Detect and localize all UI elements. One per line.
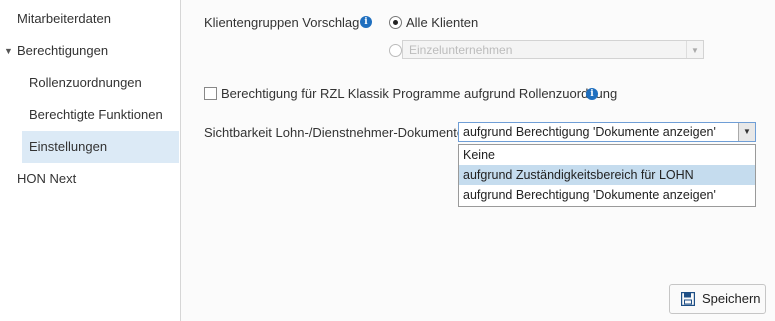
- info-icon[interactable]: i: [586, 88, 598, 100]
- single-company-placeholder: Einzelunternehmen: [409, 43, 513, 57]
- sidebar-item-mitarbeiterdaten[interactable]: Mitarbeiterdaten: [17, 3, 111, 35]
- visibility-dropdown-list: Keine aufgrund Zuständigkeitsbereich für…: [458, 144, 756, 207]
- chevron-down-icon: ▼: [686, 41, 703, 58]
- rzl-classic-checkbox[interactable]: [204, 87, 217, 100]
- dropdown-option-keine[interactable]: Keine: [459, 145, 755, 165]
- sidebar-item-hon-next[interactable]: HON Next: [17, 163, 76, 195]
- client-group-label: Klientengruppen Vorschlag: [204, 15, 360, 30]
- radio-all-clients-label[interactable]: Alle Klienten: [406, 15, 478, 30]
- dropdown-option-lohn[interactable]: aufgrund Zuständigkeitsbereich für LOHN: [459, 165, 755, 185]
- sidebar: Mitarbeiterdaten ▼ Berechtigungen Rollen…: [0, 0, 181, 321]
- single-company-select: Einzelunternehmen ▼: [402, 40, 704, 59]
- save-button-label: Speichern: [702, 291, 761, 306]
- radio-single-company[interactable]: [389, 44, 402, 57]
- sidebar-item-berechtigte-funktionen[interactable]: Berechtigte Funktionen: [29, 99, 163, 131]
- dropdown-option-dokumente-anzeigen[interactable]: aufgrund Berechtigung 'Dokumente anzeige…: [459, 185, 755, 205]
- info-icon[interactable]: i: [360, 16, 372, 28]
- chevron-down-icon[interactable]: ▼: [738, 123, 755, 141]
- settings-panel: Klientengruppen Vorschlag i Alle Kliente…: [181, 0, 775, 321]
- expand-triangle-icon[interactable]: ▼: [4, 46, 13, 56]
- visibility-combobox[interactable]: aufgrund Berechtigung 'Dokumente anzeige…: [458, 122, 756, 142]
- visibility-label: Sichtbarkeit Lohn-/Dienstnehmer-Dokument…: [204, 125, 465, 140]
- sidebar-item-einstellungen[interactable]: Einstellungen: [22, 131, 179, 163]
- sidebar-item-berechtigungen[interactable]: Berechtigungen: [17, 35, 108, 67]
- save-icon: [681, 292, 695, 306]
- sidebar-item-rollenzuordnungen[interactable]: Rollenzuordnungen: [29, 67, 142, 99]
- visibility-combobox-value: aufgrund Berechtigung 'Dokumente anzeige…: [463, 125, 716, 139]
- radio-all-clients[interactable]: [389, 16, 402, 29]
- save-button[interactable]: Speichern: [669, 284, 766, 314]
- rzl-classic-checkbox-label[interactable]: Berechtigung für RZL Klassik Programme a…: [221, 86, 617, 101]
